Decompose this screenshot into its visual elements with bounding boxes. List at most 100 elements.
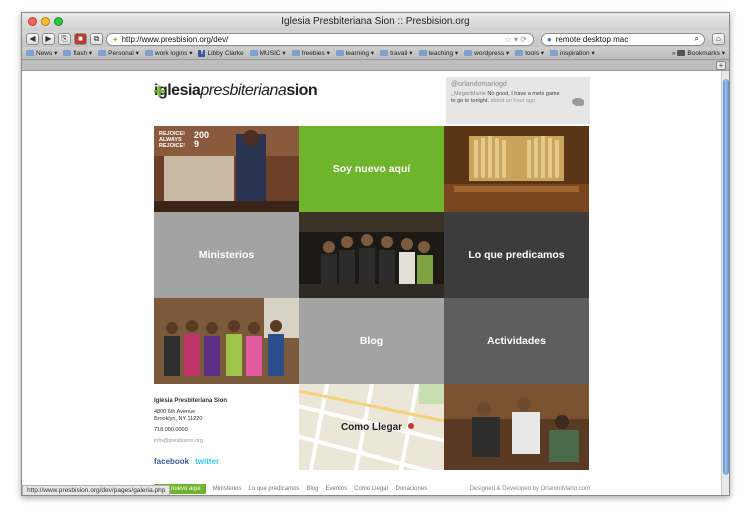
twitter-bird-icon: [572, 98, 584, 106]
bookmark-learning[interactable]: learning ▾: [335, 49, 374, 57]
bookmark-flash[interactable]: flash ▾: [63, 49, 92, 57]
plus-logo-icon: +: [153, 79, 166, 104]
search-query: remote desktop mac: [555, 34, 629, 44]
new-tab-button[interactable]: ⧉: [89, 33, 103, 45]
footer-link-blog[interactable]: Blog: [306, 486, 318, 492]
bookmark-page-button[interactable]: ⎘: [57, 33, 71, 45]
tile-soy-nuevo[interactable]: Soy nuevo aquí: [299, 126, 444, 212]
tile-actividades[interactable]: Actividades: [444, 298, 589, 384]
address-line-1: 4800 6th Avenue: [154, 409, 196, 415]
year-text: 2009: [194, 130, 210, 149]
folder-icon: [291, 50, 300, 56]
site-header: + iglesiapresbiterianasion @orlandomario…: [153, 71, 590, 126]
footer-link-donaciones[interactable]: Donaciones: [396, 486, 428, 492]
bookmark-teaching[interactable]: teaching ▾: [418, 49, 458, 57]
folder-icon: [26, 50, 34, 56]
folder-icon: [418, 50, 427, 56]
bookmark-wordpress[interactable]: wordpress ▾: [464, 49, 509, 57]
folder-icon: [515, 50, 524, 56]
footer-bar: Soy nuevo aquí Ministerios Lo que predic…: [154, 483, 590, 495]
photo-tile-women-group[interactable]: [154, 298, 299, 384]
women-group-photo: [154, 298, 299, 384]
zoom-button[interactable]: [54, 17, 63, 26]
bookmark-tools[interactable]: tools ▾: [515, 49, 544, 57]
bookmark-travail[interactable]: travail ▾: [380, 49, 413, 57]
tab-strip: +: [22, 60, 729, 71]
tile-ministerios-label: Ministerios: [198, 249, 255, 261]
footer-link-como-llegar[interactable]: Como Llegar: [354, 486, 388, 492]
tile-actividades-label: Actividades: [487, 335, 546, 347]
tile-lo-que-predicamos-label: Lo que predicamos: [468, 249, 565, 261]
window-controls: [28, 17, 63, 26]
site-logo[interactable]: + iglesiapresbiterianasion: [153, 79, 318, 104]
bookmarks-bar: News ▾ flash ▾ Personal ▾ work logins ▾ …: [22, 47, 729, 60]
bookmark-music[interactable]: MUSIC ▾: [249, 49, 286, 57]
tile-como-llegar[interactable]: Como Llegar: [299, 384, 444, 470]
bookmarks-icon: [677, 50, 686, 56]
bookmark-freebies[interactable]: freebies ▾: [291, 49, 330, 57]
twitter-handle[interactable]: @orlandomariogd: [451, 81, 585, 88]
twitter-widget: @orlandomariogd _MeganMaine No good, I h…: [446, 77, 590, 124]
meeting-photo: [444, 384, 589, 470]
tile-lo-que-predicamos[interactable]: Lo que predicamos: [444, 212, 589, 298]
footer-link-eventos[interactable]: Eventos: [325, 486, 347, 492]
window-title: Iglesia Presbiteriana Sion :: Presbision…: [281, 16, 470, 27]
twitter-link[interactable]: twitter: [195, 458, 219, 466]
minimize-button[interactable]: [41, 17, 50, 26]
photo-tile-youth-group[interactable]: [299, 212, 444, 298]
bookmark-personal[interactable]: Personal ▾: [98, 49, 139, 57]
tile-como-llegar-label: Como Llegar: [340, 421, 403, 433]
footer-link-ministerios[interactable]: Ministerios: [213, 486, 242, 492]
browser-window: Iglesia Presbiteriana Sion :: Presbision…: [21, 12, 730, 496]
photo-tile-meeting[interactable]: [444, 384, 589, 470]
folder-icon: [63, 50, 72, 56]
church-name: Iglesia Presbiteriana Sion: [154, 398, 228, 404]
email-link[interactable]: info@presbision.org: [154, 438, 299, 445]
tweet-text: _MeganMaine No good, I have a mets game …: [451, 91, 560, 104]
bookmark-news[interactable]: News ▾: [26, 49, 57, 57]
vertical-scrollbar[interactable]: [721, 71, 729, 495]
search-icon[interactable]: ⌕: [694, 34, 698, 44]
tile-blog-label: Blog: [359, 335, 384, 347]
footer-link-lo-que-predicamos[interactable]: Lo que predicamos: [248, 486, 299, 492]
phone: 718.000.0000: [154, 427, 188, 433]
folder-icon: [98, 50, 107, 56]
folder-icon: [249, 50, 258, 56]
folder-icon: [380, 50, 389, 56]
navigation-toolbar: ◀ ▶ ⎘ ■ ⧉ + http://www.presbision.org/de…: [22, 31, 729, 47]
forward-button[interactable]: ▶: [41, 33, 55, 45]
address-bar[interactable]: + http://www.presbision.org/dev/ ☆ ▾ ⟳: [105, 32, 534, 46]
scrollbar-thumb[interactable]: [723, 79, 729, 475]
folder-icon: [550, 50, 559, 56]
back-button[interactable]: ◀: [26, 33, 39, 45]
bookmark-inspiration[interactable]: inspiration ▾: [550, 49, 595, 57]
photo-tile-organ[interactable]: [444, 126, 589, 212]
title-bar: Iglesia Presbiteriana Sion :: Presbision…: [22, 13, 729, 31]
close-button[interactable]: [28, 17, 37, 26]
tile-blog[interactable]: Blog: [299, 298, 444, 384]
page-content: + iglesiapresbiterianasion @orlandomario…: [22, 71, 723, 495]
status-bar: http://www.presbision.org/dev/pages/gale…: [22, 485, 171, 495]
footer-credit[interactable]: Designed & Developed by OrlandoMario.com: [470, 486, 590, 492]
facebook-link[interactable]: facebook: [154, 458, 189, 466]
church-info: Iglesia Presbiteriana Sion 4800 6th Aven…: [154, 394, 299, 480]
search-field[interactable]: ● remote desktop mac ⌕: [540, 32, 705, 46]
organ-photo: [444, 126, 589, 212]
site-icon: +: [112, 34, 118, 44]
home-button[interactable]: ⌂: [711, 33, 725, 45]
record-button[interactable]: ■: [73, 33, 87, 45]
folder-icon: [464, 50, 473, 56]
bookmark-work-logins[interactable]: work logins ▾: [144, 49, 192, 57]
star-icon[interactable]: ☆ ▾ ⟳: [505, 35, 527, 44]
add-tab-button[interactable]: +: [716, 61, 726, 70]
bookmarks-menu[interactable]: » Bookmarks ▾: [672, 49, 725, 58]
tile-grid: REJOICE! ALWAYS REJOICE! 2009 Soy nuevo …: [154, 126, 590, 470]
footer-nav: Soy nuevo aquí Ministerios Lo que predic…: [154, 484, 427, 494]
address-line-2: Brooklyn, NY 11220: [154, 416, 203, 422]
tile-ministerios[interactable]: Ministerios: [154, 212, 299, 298]
social-links: facebook twitter: [154, 458, 219, 466]
tile-soy-nuevo-label: Soy nuevo aquí: [332, 163, 411, 175]
bookmark-libby-clarke[interactable]: f Libby Clarke: [198, 49, 244, 57]
folder-icon: [144, 50, 153, 56]
photo-tile-rejoice[interactable]: REJOICE! ALWAYS REJOICE! 2009: [154, 126, 299, 212]
